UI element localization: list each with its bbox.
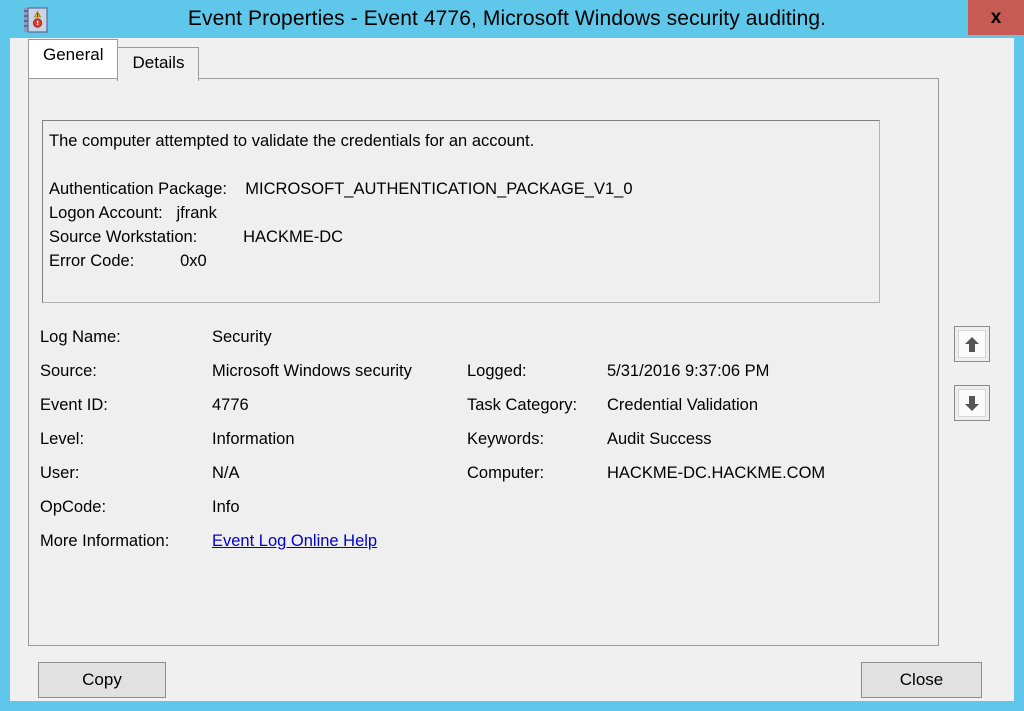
more-information-label: More Information: — [40, 532, 212, 551]
metadata-row: Source: Microsoft Windows security Logge… — [40, 362, 890, 396]
level-value: Information — [212, 430, 467, 449]
description-line: The computer attempted to validate the c… — [49, 129, 873, 153]
metadata-row: Event ID: 4776 Task Category: Credential… — [40, 396, 890, 430]
tab-general[interactable]: General — [28, 39, 118, 78]
keywords-value: Audit Success — [607, 430, 890, 449]
title-bar: Event Properties - Event 4776, Microsoft… — [10, 0, 1014, 38]
task-category-label: Task Category: — [467, 396, 607, 415]
logged-label: Logged: — [467, 362, 607, 381]
metadata-row: More Information: Event Log Online Help — [40, 532, 890, 566]
computer-label: Computer: — [467, 464, 607, 483]
metadata-row: Log Name: Security — [40, 328, 890, 362]
source-value: Microsoft Windows security — [212, 362, 467, 381]
next-event-button[interactable] — [954, 385, 990, 421]
tab-details[interactable]: Details — [117, 47, 199, 81]
level-label: Level: — [40, 430, 212, 449]
description-line: Authentication Package: MICROSOFT_AUTHEN… — [49, 177, 873, 201]
task-category-value: Credential Validation — [607, 396, 890, 415]
event-description-box[interactable]: The computer attempted to validate the c… — [42, 120, 880, 303]
metadata-row: User: N/A Computer: HACKME-DC.HACKME.COM — [40, 464, 890, 498]
keywords-label: Keywords: — [467, 430, 607, 449]
description-line: Source Workstation: HACKME-DC — [49, 225, 873, 249]
event-properties-window: Event Properties - Event 4776, Microsoft… — [0, 0, 1024, 711]
log-name-label: Log Name: — [40, 328, 212, 347]
description-line: Logon Account: jfrank — [49, 201, 873, 225]
event-id-value: 4776 — [212, 396, 467, 415]
opcode-value: Info — [212, 498, 467, 517]
computer-value: HACKME-DC.HACKME.COM — [607, 464, 890, 483]
source-label: Source: — [40, 362, 212, 381]
logged-value: 5/31/2016 9:37:06 PM — [607, 362, 890, 381]
event-metadata: Log Name: Security Source: Microsoft Win… — [40, 328, 890, 566]
arrow-down-icon — [958, 389, 986, 417]
arrow-up-icon — [958, 330, 986, 358]
user-value: N/A — [212, 464, 467, 483]
event-id-label: Event ID: — [40, 396, 212, 415]
description-line — [49, 153, 873, 177]
tab-strip: General Details — [28, 48, 198, 78]
event-log-online-help-link[interactable]: Event Log Online Help — [212, 532, 377, 551]
close-button[interactable]: Close — [861, 662, 982, 698]
dialog-client-area: General Details The computer attempted t… — [10, 38, 1014, 701]
description-line: Error Code: 0x0 — [49, 249, 873, 273]
user-label: User: — [40, 464, 212, 483]
opcode-label: OpCode: — [40, 498, 212, 517]
window-title: Event Properties - Event 4776, Microsoft… — [10, 7, 1014, 31]
close-icon[interactable]: x — [968, 0, 1024, 35]
metadata-row: Level: Information Keywords: Audit Succe… — [40, 430, 890, 464]
metadata-row: OpCode: Info — [40, 498, 890, 532]
previous-event-button[interactable] — [954, 326, 990, 362]
log-name-value: Security — [212, 328, 467, 347]
copy-button[interactable]: Copy — [38, 662, 166, 698]
event-log-book-icon — [24, 7, 48, 33]
